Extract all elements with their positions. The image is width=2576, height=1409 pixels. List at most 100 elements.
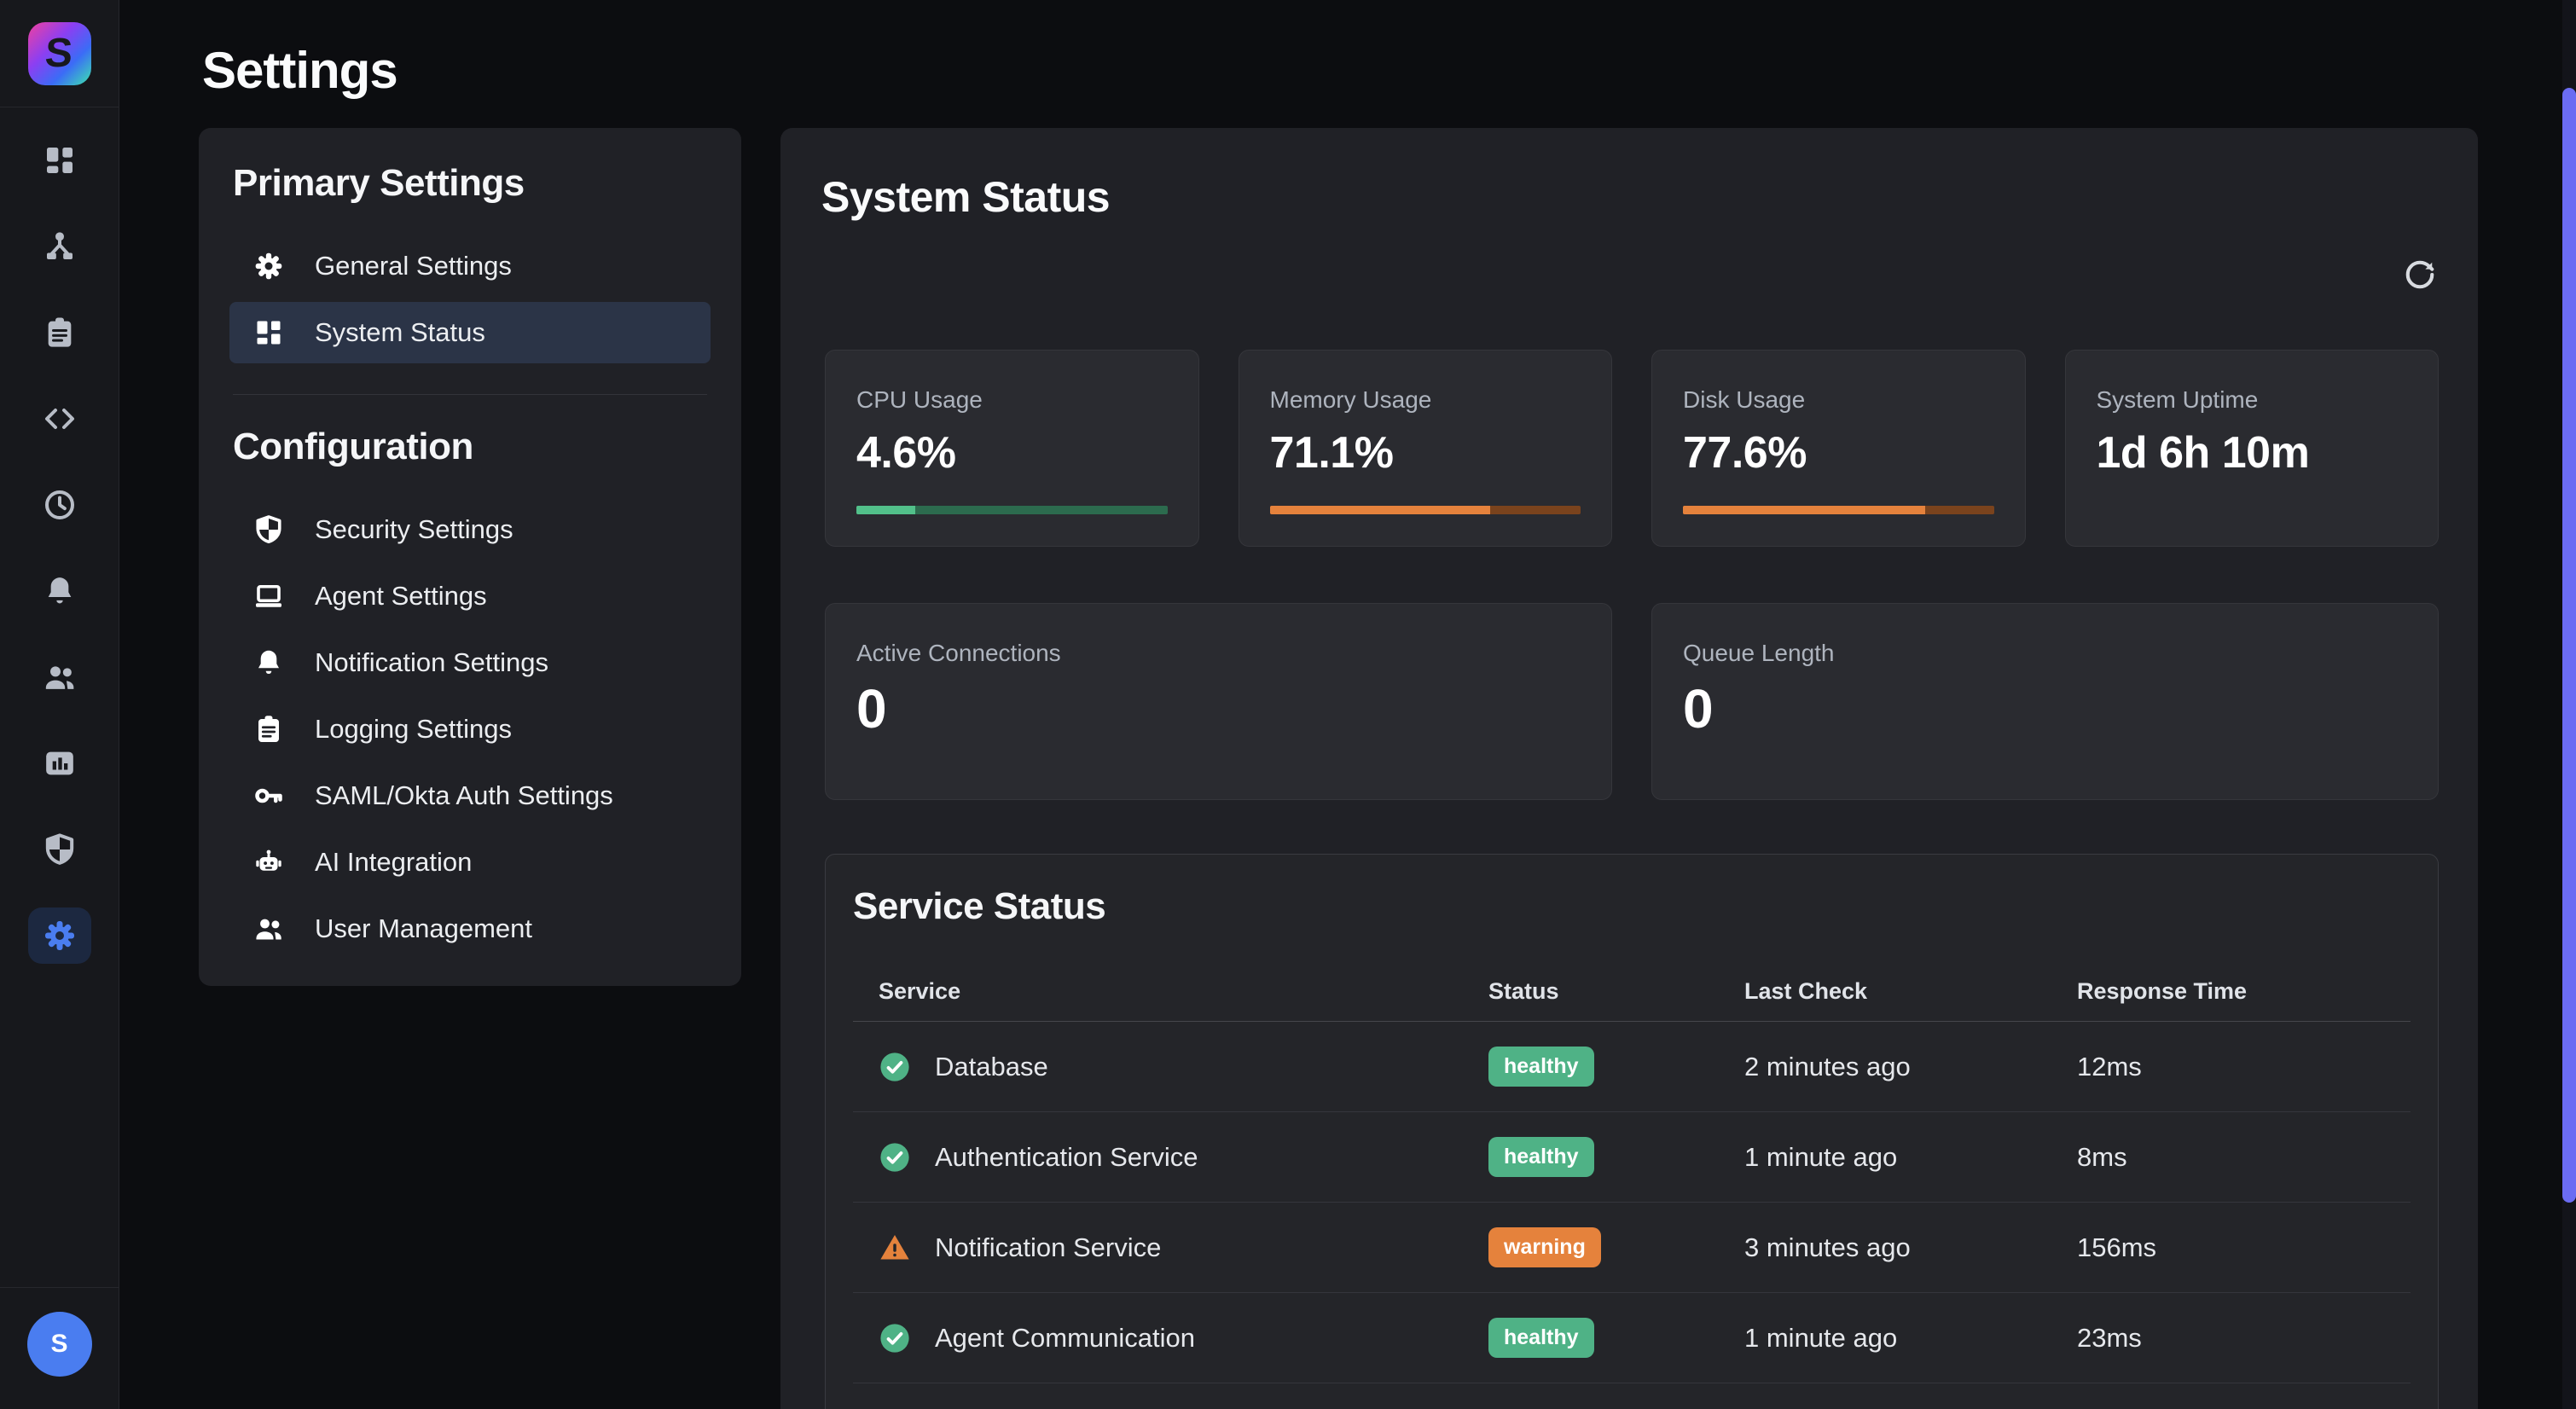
disk-progress-fill bbox=[1683, 506, 1925, 514]
service-name: Database bbox=[935, 1052, 1048, 1082]
column-header-service: Service bbox=[853, 978, 1488, 1005]
service-name: Authentication Service bbox=[935, 1142, 1198, 1173]
sidebar-item-dashboard[interactable] bbox=[28, 143, 91, 177]
memory-progress-fill bbox=[1270, 506, 1491, 514]
app-logo[interactable]: S bbox=[28, 22, 91, 85]
metric-label: System Uptime bbox=[2097, 386, 2408, 414]
nav-item-label: AI Integration bbox=[315, 847, 472, 878]
bell-icon bbox=[253, 647, 284, 678]
sidebar-item-users[interactable] bbox=[28, 660, 91, 694]
metric-value: 4.6% bbox=[856, 427, 1168, 478]
metric-card-disk: Disk Usage 77.6% bbox=[1651, 350, 2026, 547]
nav-item-agent-settings[interactable]: Agent Settings bbox=[229, 565, 711, 627]
sidebar-item-settings[interactable] bbox=[28, 907, 91, 964]
users-icon bbox=[253, 913, 284, 944]
network-icon bbox=[43, 229, 77, 264]
table-row: Database healthy 2 minutes ago 12ms bbox=[853, 1022, 2411, 1112]
metric-card-uptime: System Uptime 1d 6h 10m bbox=[2065, 350, 2440, 547]
check-circle-icon bbox=[879, 1141, 911, 1174]
counter-value: 0 bbox=[856, 677, 1581, 740]
sidebar-item-tasks[interactable] bbox=[28, 316, 91, 350]
last-check: 3 minutes ago bbox=[1744, 1232, 2077, 1263]
metric-label: Disk Usage bbox=[1683, 386, 1994, 414]
users-icon bbox=[43, 660, 77, 694]
nav-item-saml-okta-auth-settings[interactable]: SAML/Okta Auth Settings bbox=[229, 765, 711, 826]
check-circle-icon bbox=[879, 1322, 911, 1354]
nav-item-security-settings[interactable]: Security Settings bbox=[229, 499, 711, 560]
sidebar-item-history[interactable] bbox=[28, 488, 91, 522]
status-badge: healthy bbox=[1488, 1047, 1594, 1087]
nav-item-label: Logging Settings bbox=[315, 714, 512, 745]
logo-container: S bbox=[0, 0, 119, 107]
clipboard-icon bbox=[43, 316, 77, 350]
scrollbar-thumb[interactable] bbox=[2562, 88, 2576, 1203]
nav-item-user-management[interactable]: User Management bbox=[229, 898, 711, 960]
metric-value: 77.6% bbox=[1683, 427, 1994, 478]
status-badge: healthy bbox=[1488, 1137, 1594, 1177]
service-status-table: Service Status Last Check Response Time … bbox=[853, 962, 2411, 1383]
response-time: 156ms bbox=[2077, 1232, 2411, 1263]
status-badge: warning bbox=[1488, 1227, 1601, 1267]
bell-icon bbox=[43, 574, 77, 608]
sidebar-item-agents[interactable] bbox=[28, 229, 91, 264]
nav-item-label: Notification Settings bbox=[315, 647, 548, 678]
response-time: 8ms bbox=[2077, 1142, 2411, 1173]
sidebar-footer: S bbox=[0, 1287, 119, 1409]
configuration-heading: Configuration bbox=[233, 426, 711, 468]
disk-progress-track bbox=[1683, 506, 1994, 514]
last-check: 1 minute ago bbox=[1744, 1323, 2077, 1354]
service-name: Agent Communication bbox=[935, 1323, 1195, 1354]
nav-item-notification-settings[interactable]: Notification Settings bbox=[229, 632, 711, 693]
table-header-row: Service Status Last Check Response Time bbox=[853, 962, 2411, 1022]
counter-label: Queue Length bbox=[1683, 640, 2407, 667]
table-row: Authentication Service healthy 1 minute … bbox=[853, 1112, 2411, 1203]
nav-item-logging-settings[interactable]: Logging Settings bbox=[229, 699, 711, 760]
column-header-status: Status bbox=[1488, 978, 1744, 1005]
sidebar-item-code[interactable] bbox=[28, 402, 91, 436]
refresh-icon bbox=[2404, 258, 2436, 291]
code-icon bbox=[43, 402, 77, 436]
nav-item-general-settings[interactable]: General Settings bbox=[229, 235, 711, 297]
page-content: Settings Primary Settings General Settin… bbox=[119, 0, 2576, 1409]
page-title: Settings bbox=[202, 41, 397, 100]
sidebar: S bbox=[0, 0, 119, 1409]
sidebar-item-notifications[interactable] bbox=[28, 574, 91, 608]
nav-item-ai-integration[interactable]: AI Integration bbox=[229, 832, 711, 893]
metric-card-memory: Memory Usage 71.1% bbox=[1239, 350, 1613, 547]
app-window: S bbox=[0, 0, 2576, 1409]
user-avatar[interactable]: S bbox=[27, 1312, 92, 1377]
table-row: Agent Communication healthy 1 minute ago… bbox=[853, 1293, 2411, 1383]
sidebar-item-analytics[interactable] bbox=[28, 746, 91, 780]
sidebar-item-security[interactable] bbox=[28, 832, 91, 867]
metric-label: CPU Usage bbox=[856, 386, 1168, 414]
refresh-button[interactable] bbox=[2399, 254, 2440, 295]
counter-label: Active Connections bbox=[856, 640, 1581, 667]
nav-divider bbox=[233, 394, 707, 395]
scrollbar-track[interactable] bbox=[2562, 0, 2576, 1409]
service-name: Notification Service bbox=[935, 1232, 1161, 1263]
column-header-response-time: Response Time bbox=[2077, 978, 2411, 1005]
counter-value: 0 bbox=[1683, 677, 2407, 740]
response-time: 23ms bbox=[2077, 1323, 2411, 1354]
dashboard-icon bbox=[253, 317, 284, 348]
metric-value: 1d 6h 10m bbox=[2097, 427, 2408, 478]
nav-item-label: General Settings bbox=[315, 251, 512, 281]
nav-item-system-status[interactable]: System Status bbox=[229, 302, 711, 363]
last-check: 1 minute ago bbox=[1744, 1142, 2077, 1173]
gear-icon bbox=[253, 251, 284, 281]
metric-cards: CPU Usage 4.6% Memory Usage 71.1% Disk U… bbox=[825, 350, 2439, 547]
system-status-panel: System Status CPU Usage 4.6% Memory Usag… bbox=[780, 128, 2478, 1409]
counter-cards: Active Connections 0 Queue Length 0 bbox=[825, 603, 2439, 800]
metric-value: 71.1% bbox=[1270, 427, 1581, 478]
gear-icon bbox=[43, 919, 77, 953]
bar-chart-icon bbox=[43, 746, 77, 780]
memory-progress-track bbox=[1270, 506, 1581, 514]
service-status-panel: Service Status Service Status Last Check… bbox=[825, 854, 2439, 1409]
check-circle-icon bbox=[879, 1051, 911, 1083]
shield-icon bbox=[253, 514, 284, 545]
warning-triangle-icon bbox=[879, 1232, 911, 1264]
robot-icon bbox=[253, 847, 284, 878]
counter-card-active-connections: Active Connections 0 bbox=[825, 603, 1612, 800]
nav-item-label: User Management bbox=[315, 913, 532, 944]
nav-item-label: SAML/Okta Auth Settings bbox=[315, 780, 613, 811]
